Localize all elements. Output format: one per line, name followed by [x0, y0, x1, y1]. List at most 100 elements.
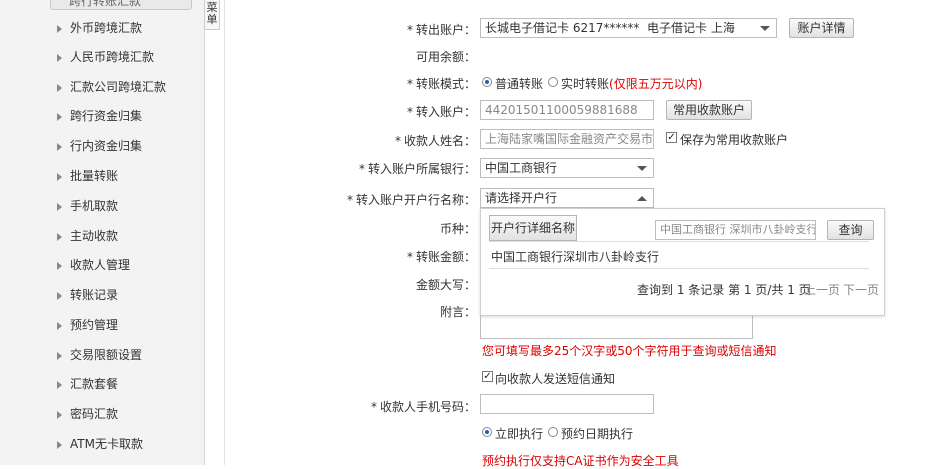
bank-label: * 转入账户所属银行：	[358, 162, 476, 176]
branch-select[interactable]: 请选择开户行	[480, 188, 654, 208]
chevron-right-icon	[57, 441, 62, 449]
normal-transfer-label: 普通转账	[495, 77, 544, 91]
chevron-right-icon	[57, 411, 62, 419]
branch-search-popup: 开户行详细名称 中国工商银行 深圳市八卦岭支行 查询 中国工商银行深圳市八卦岭支…	[480, 208, 885, 316]
sidebar-item[interactable]: 收款人管理	[40, 251, 204, 280]
sidebar-item[interactable]: 转账记录	[40, 281, 204, 310]
sidebar-item-label: ATM无卡取款	[70, 437, 143, 451]
balance-label: 可用余额：	[415, 50, 476, 64]
pager-info: 查询到 1 条记录 第 1 页/共 1 页	[637, 283, 811, 297]
amount-label: * 转账金额：	[406, 250, 476, 264]
from-account-label: * 转出账户：	[406, 23, 476, 37]
sidebar-item-label: 汇款公司跨境汇款	[70, 80, 167, 94]
chevron-right-icon	[57, 352, 62, 360]
dropdown-arrow-up-icon	[637, 196, 647, 201]
popup-divider	[489, 268, 869, 269]
branch-detail-name-tab[interactable]: 开户行详细名称	[489, 215, 577, 241]
sidebar-item[interactable]: 行内资金归集	[40, 132, 204, 161]
dropdown-arrow-icon	[760, 26, 770, 31]
sidebar-item[interactable]: 人民币跨境汇款	[40, 43, 204, 72]
chevron-right-icon	[57, 143, 62, 151]
scheduled-execution-label: 预约日期执行	[561, 427, 634, 441]
pager-next-link[interactable]: 下一页	[843, 281, 879, 298]
sms-notify-label: 向收款人发送短信通知	[495, 372, 616, 386]
sidebar-item[interactable]: 外币跨境汇款	[40, 14, 204, 43]
branch-search-button[interactable]: 查询	[827, 220, 874, 240]
required-mark: *	[358, 162, 365, 176]
menu-toggle-tab[interactable]: 菜单	[204, 0, 220, 30]
sidebar-item-label: 预约管理	[70, 318, 119, 332]
chevron-right-icon	[57, 262, 62, 270]
chevron-right-icon	[57, 54, 62, 62]
from-account-select[interactable]: 长城电子借记卡 6217****** 电子借记卡 上海	[480, 18, 777, 38]
sidebar-item[interactable]: 密码汇款	[40, 400, 204, 429]
required-mark: *	[370, 400, 377, 414]
sidebar-item[interactable]: 汇款公司跨境汇款	[40, 73, 204, 102]
chevron-right-icon	[57, 322, 62, 330]
sidebar-item[interactable]: 主动收款	[40, 222, 204, 251]
branch-result-item[interactable]: 中国工商银行深圳市八卦岭支行	[491, 248, 659, 265]
realtime-transfer-label: 实时转账(仅限五万元以内)	[561, 77, 703, 91]
chevron-right-icon	[57, 233, 62, 241]
realtime-limit-note: (仅限五万元以内)	[609, 77, 703, 91]
branch-search-input[interactable]: 中国工商银行 深圳市八卦岭支行	[655, 220, 816, 240]
chevron-right-icon	[57, 113, 62, 121]
chevron-right-icon	[57, 381, 62, 389]
execute-now-radio[interactable]	[482, 427, 492, 437]
sidebar-item-label: 转账记录	[70, 288, 119, 302]
amount-upper-label: 金额大写：	[415, 278, 476, 292]
dropdown-arrow-icon	[637, 166, 647, 171]
sidebar-item-label: 跨行资金归集	[70, 109, 143, 123]
frequent-payee-button[interactable]: 常用收款账户	[666, 100, 752, 120]
required-mark: *	[346, 193, 353, 207]
realtime-transfer-radio[interactable]	[548, 77, 558, 87]
account-details-button[interactable]: 账户详情	[789, 18, 854, 38]
payee-name-input[interactable]: 上海陆家嘴国际金融资产交易市场股份	[480, 129, 654, 149]
sidebar-item-label: 人民币跨境汇款	[70, 50, 155, 64]
sidebar-item[interactable]: 交易限额设置	[40, 341, 204, 370]
sidebar-item-label: 外币跨境汇款	[70, 21, 143, 35]
sidebar-item-label: 收款人管理	[70, 258, 131, 272]
to-account-input[interactable]: 44201501100059881688	[480, 100, 654, 120]
payee-phone-label: * 收款人手机号码：	[370, 400, 476, 414]
normal-transfer-radio[interactable]	[482, 77, 492, 87]
sms-notify-checkbox[interactable]: ✓	[482, 371, 493, 382]
sidebar-item[interactable]: 预约管理	[40, 311, 204, 340]
sidebar-item[interactable]: 手机取款	[40, 192, 204, 221]
schedule-note: 预约执行仅支持CA证书作为安全工具	[482, 454, 679, 468]
pager-prev-link[interactable]: 上一页	[804, 281, 840, 298]
sidebar-item-interbank-transfer[interactable]: 跨行转账汇款	[50, 0, 192, 10]
chevron-right-icon	[57, 292, 62, 300]
execute-now-label: 立即执行	[495, 427, 544, 441]
currency-label: 币种：	[439, 222, 476, 236]
required-mark: *	[406, 105, 413, 119]
required-mark: *	[394, 134, 401, 148]
sidebar-item[interactable]: 汇款套餐	[40, 370, 204, 399]
sidebar-item[interactable]: ATM无卡取款	[40, 430, 204, 459]
branch-label: * 转入账户开户行名称：	[346, 193, 476, 207]
content-divider	[224, 0, 225, 465]
sidebar-item[interactable]: 批量转账	[40, 162, 204, 191]
chevron-right-icon	[57, 25, 62, 33]
scheduled-execution-radio[interactable]	[548, 427, 558, 437]
chevron-right-icon	[57, 84, 62, 92]
sidebar-item[interactable]: 跨行资金归集	[40, 102, 204, 131]
sidebar-menu: 跨行转账汇款 外币跨境汇款 人民币跨境汇款 汇款公司跨境汇款 跨行资金归集 行内…	[0, 0, 205, 465]
payee-phone-input[interactable]	[480, 394, 654, 414]
mode-label: * 转账模式：	[406, 77, 476, 91]
required-mark: *	[406, 77, 413, 91]
chevron-right-icon	[57, 173, 62, 181]
bank-select[interactable]: 中国工商银行	[480, 158, 654, 178]
sidebar-item-label: 手机取款	[70, 199, 119, 213]
memo-label: 附言：	[439, 305, 476, 319]
memo-hint: 您可填写最多25个汉字或50个字符用于查询或短信通知	[482, 344, 777, 358]
sidebar-item-label: 批量转账	[70, 169, 119, 183]
save-payee-checkbox[interactable]: ✓	[666, 132, 677, 143]
sidebar-item-label: 汇款套餐	[70, 377, 119, 391]
required-mark: *	[406, 23, 413, 37]
sidebar-item-label: 主动收款	[70, 229, 119, 243]
sidebar-item-label: 密码汇款	[70, 407, 119, 421]
chevron-right-icon	[57, 203, 62, 211]
to-account-label: * 转入账户：	[406, 105, 476, 119]
required-mark: *	[406, 250, 413, 264]
